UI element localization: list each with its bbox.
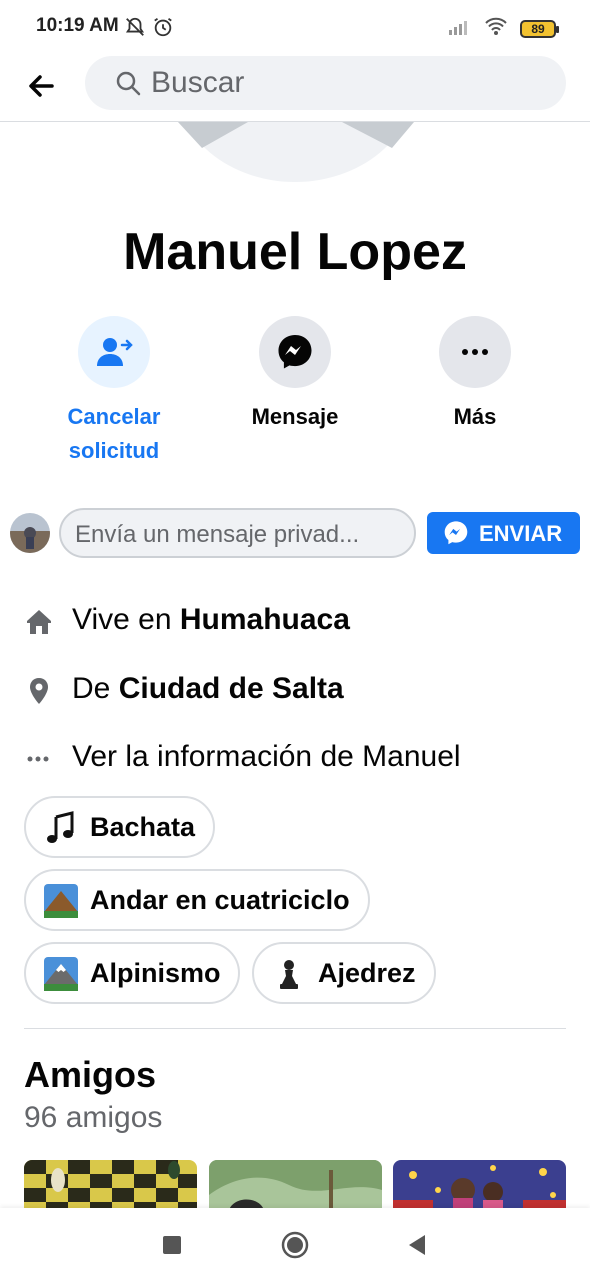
lives-place[interactable]: Humahuaca [180, 603, 350, 636]
recents-icon [163, 1236, 181, 1254]
cancel-request-line1: Cancelar [67, 404, 161, 429]
recents-button[interactable] [157, 1230, 187, 1260]
lives-prefix: Vive en [72, 603, 180, 636]
wifi-icon [484, 16, 508, 41]
friend-photo[interactable] [393, 1160, 566, 1210]
see-info-label: Ver la información de Manuel [72, 740, 461, 773]
search-header: Buscar [0, 56, 590, 122]
profile-name: Manuel Lopez [123, 223, 467, 281]
cancel-request-circle[interactable] [78, 316, 150, 388]
search-input[interactable]: Buscar [85, 56, 566, 110]
back-nav-button[interactable] [402, 1230, 432, 1260]
friends-title[interactable]: Amigos [24, 1054, 156, 1096]
back-button[interactable] [24, 68, 60, 104]
status-time: 10:19 AM [36, 15, 119, 36]
battery-icon: 89 [520, 19, 559, 38]
home-button[interactable] [280, 1230, 310, 1260]
cancel-request-button[interactable]: Cancelar solicitud [44, 316, 184, 468]
more-button[interactable]: Más [405, 316, 545, 434]
private-message-input[interactable]: Envía un mensaje privad... [59, 508, 416, 558]
section-divider [24, 1028, 566, 1029]
private-message-placeholder: Envía un mensaje privad... [75, 521, 360, 548]
more-label: Más [453, 404, 497, 429]
hobby-label: Ajedrez [318, 958, 416, 988]
friend-photo[interactable] [209, 1160, 382, 1210]
more-dots-icon [462, 349, 488, 355]
from-place[interactable]: Ciudad de Salta [119, 672, 344, 705]
from-prefix: De [72, 672, 119, 705]
signal-icon [448, 17, 472, 40]
private-message-row: Envía un mensaje privad... ENVIAR [10, 508, 580, 558]
friend-photo[interactable] [24, 1160, 197, 1210]
snow-mountain-icon [44, 957, 78, 991]
hobby-label: Alpinismo [90, 958, 221, 988]
chess-pawn-icon [272, 957, 306, 991]
hobby-chip-ajedrez[interactable]: Ajedrez [252, 942, 436, 1004]
location-pin-icon [24, 676, 54, 706]
mountain-icon [44, 884, 78, 918]
hobby-chip-alpinismo[interactable]: Alpinismo [24, 942, 240, 1004]
friends-count[interactable]: 96 amigos [24, 1101, 162, 1135]
mute-icon [124, 16, 146, 43]
more-dots-icon [24, 744, 54, 774]
alarm-icon [152, 16, 174, 43]
search-placeholder: Buscar [151, 66, 245, 99]
message-button[interactable]: Mensaje [225, 316, 365, 434]
messenger-icon [278, 335, 312, 369]
hobby-label: Bachata [90, 812, 196, 842]
messenger-icon [443, 520, 469, 551]
send-button[interactable]: ENVIAR [427, 512, 580, 554]
back-arrow-icon [29, 75, 54, 97]
cancel-request-line2: solicitud [68, 438, 160, 463]
system-nav-bar [0, 1208, 590, 1280]
profile-picture[interactable] [170, 122, 420, 190]
hobby-label: Andar en cuatriciclo [90, 885, 350, 915]
home-circle-icon [281, 1231, 309, 1259]
friend-request-sent-icon [97, 338, 133, 366]
search-icon [115, 70, 141, 101]
music-note-icon [44, 811, 78, 845]
avatar [10, 513, 50, 553]
hobby-chip-cuatriciclo[interactable]: Andar en cuatriciclo [24, 869, 370, 931]
status-bar: 10:19 AM 89 [0, 0, 590, 56]
message-label: Mensaje [251, 404, 339, 429]
hobby-chip-bachata[interactable]: Bachata [24, 796, 215, 858]
home-icon [24, 607, 54, 637]
back-triangle-icon [409, 1235, 425, 1255]
send-label: ENVIAR [479, 521, 563, 546]
